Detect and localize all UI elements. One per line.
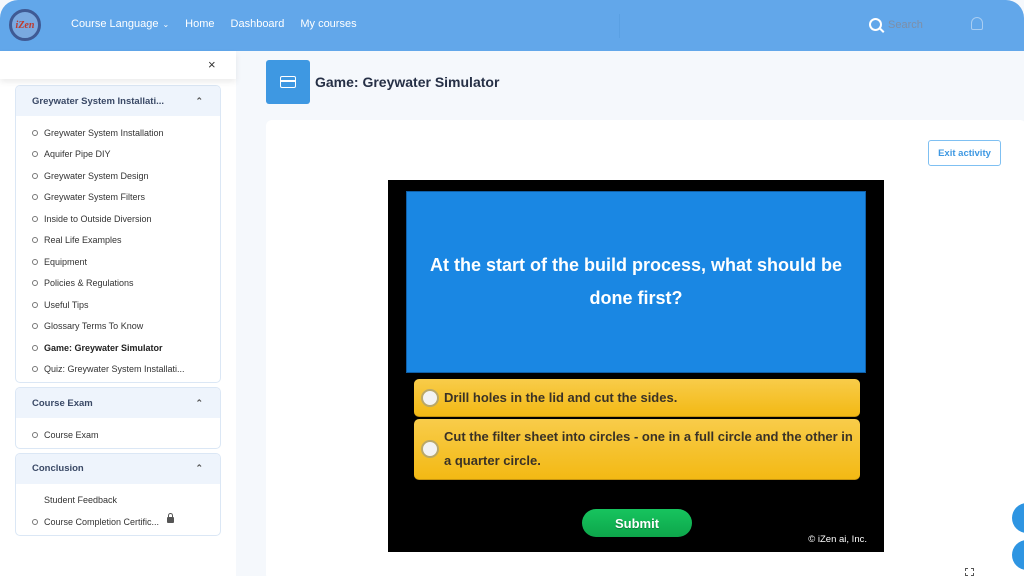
sidebar-item[interactable]: Greywater System Design (16, 165, 220, 187)
sidebar-item[interactable]: Course Completion Certific... (16, 511, 220, 533)
sidebar-item[interactable]: Policies & Regulations (16, 273, 220, 295)
section-course-exam: Course Exam ⌃ Course Exam (15, 387, 221, 449)
sidebar-item-label: Student Feedback (44, 495, 118, 506)
sidebar-item-label: Policies & Regulations (44, 278, 134, 289)
sidebar-item-label: Aquifer Pipe DIY (44, 149, 111, 160)
status-circle-icon (32, 323, 38, 330)
section-title: Course Exam (32, 397, 93, 409)
nav-dashboard[interactable]: Dashboard (231, 18, 285, 30)
top-navbar: iZen Course Language ⌄ Home Dashboard My … (0, 0, 1024, 51)
section-title: Conclusion (32, 463, 84, 474)
nav-course-language-label: Course Language (71, 18, 159, 30)
logo-text: iZen (15, 19, 35, 31)
nav-links: Course Language ⌄ Home Dashboard My cours… (71, 18, 357, 30)
section-header[interactable]: Conclusion ⌃ (16, 453, 220, 484)
status-circle-icon (32, 431, 38, 438)
radio-button[interactable] (421, 440, 439, 458)
exit-activity-button[interactable]: Exit activity (928, 140, 1001, 166)
sidebar-item[interactable]: Student Feedback (16, 490, 220, 512)
game-frame: At the start of the build process, what … (388, 180, 884, 552)
status-circle-icon (32, 258, 38, 265)
answer-option-label: Cut the filter sheet into circles - one … (444, 429, 853, 468)
status-circle-icon (32, 237, 38, 244)
sidebar-item[interactable]: Inside to Outside Diversion (16, 208, 220, 230)
page-title: Game: Greywater Simulator (315, 74, 500, 90)
submit-button[interactable]: Submit (582, 509, 692, 537)
sidebar-item[interactable]: Greywater System Installation (16, 122, 220, 144)
chevron-down-icon: ⌄ (162, 20, 170, 29)
status-circle-icon (32, 518, 38, 525)
sidebar-item-active[interactable]: Game: Greywater Simulator (16, 337, 220, 359)
sidebar-item[interactable]: Glossary Terms To Know (16, 316, 220, 338)
course-index-drawer: × Greywater System Installati... ⌃ Greyw… (0, 51, 236, 576)
status-circle-icon (32, 366, 38, 373)
sidebar-item-label: Real Life Examples (44, 235, 122, 246)
status-circle-icon (32, 301, 38, 308)
nav-divider (619, 14, 620, 38)
chevron-up-icon[interactable]: ⌃ (195, 96, 203, 107)
copyright-text: © iZen ai, Inc. (808, 534, 867, 545)
nav-home[interactable]: Home (185, 18, 214, 30)
box-icon (280, 76, 296, 88)
sidebar-item[interactable]: Equipment (16, 251, 220, 273)
status-circle-icon (32, 172, 38, 179)
section-header[interactable]: Course Exam ⌃ (16, 388, 220, 418)
section-title: Greywater System Installati... (32, 95, 165, 107)
section-greywater: Greywater System Installati... ⌃ Greywat… (15, 85, 221, 383)
drawer-header: × (0, 51, 236, 79)
sidebar-item[interactable]: Quiz: Greywater System Installati... (16, 359, 220, 381)
sidebar-item-label: Inside to Outside Diversion (44, 213, 152, 224)
sidebar-item[interactable]: Greywater System Filters (16, 187, 220, 209)
answer-option[interactable]: Cut the filter sheet into circles - one … (414, 419, 860, 480)
question-text: At the start of the build process, what … (406, 191, 866, 373)
status-circle-icon (32, 151, 38, 158)
izen-logo[interactable]: iZen (9, 9, 41, 41)
answer-option[interactable]: Drill holes in the lid and cut the sides… (414, 379, 860, 417)
sidebar-item-label: Course Exam (44, 429, 99, 440)
sidebar-item[interactable]: Real Life Examples (16, 230, 220, 252)
nav-course-language[interactable]: Course Language ⌄ (71, 18, 169, 30)
chevron-up-icon[interactable]: ⌃ (195, 463, 203, 474)
sidebar-item-label: Greywater System Installation (44, 127, 164, 138)
chevron-up-icon[interactable]: ⌃ (195, 398, 203, 409)
activity-icon (266, 60, 310, 104)
search-input[interactable]: Search (888, 19, 923, 31)
radio-button[interactable] (421, 388, 439, 407)
sidebar-item-label: Greywater System Filters (44, 192, 146, 203)
section-header[interactable]: Greywater System Installati... ⌃ (16, 86, 220, 116)
search-box[interactable]: Search (869, 18, 923, 31)
status-circle-icon (32, 129, 38, 136)
section-conclusion: Conclusion ⌃ Student Feedback Course Com… (15, 452, 221, 536)
sidebar-item[interactable]: Useful Tips (16, 294, 220, 316)
sidebar-item-label: Game: Greywater Simulator (44, 342, 163, 353)
sidebar-item-label: Quiz: Greywater System Installati... (44, 364, 185, 375)
sidebar-item-label: Equipment (44, 256, 88, 267)
status-circle-icon (32, 344, 38, 351)
search-icon[interactable] (869, 18, 882, 31)
bell-icon[interactable] (971, 17, 983, 30)
sidebar-item[interactable]: Aquifer Pipe DIY (16, 144, 220, 166)
close-icon[interactable]: × (208, 57, 216, 72)
sidebar-item-label: Glossary Terms To Know (44, 321, 144, 332)
status-circle-icon (32, 215, 38, 222)
status-circle-icon (32, 280, 38, 287)
answer-option-label: Drill holes in the lid and cut the sides… (444, 389, 678, 405)
sidebar-item-label: Greywater System Design (44, 170, 149, 181)
sidebar-item[interactable]: Course Exam (16, 424, 220, 446)
lock-icon (167, 512, 175, 523)
fullscreen-icon[interactable] (965, 568, 974, 576)
sidebar-item-label: Course Completion Certific... (44, 516, 160, 527)
nav-my-courses[interactable]: My courses (300, 18, 356, 30)
status-circle-icon (32, 194, 38, 201)
sidebar-item-label: Useful Tips (44, 299, 89, 310)
